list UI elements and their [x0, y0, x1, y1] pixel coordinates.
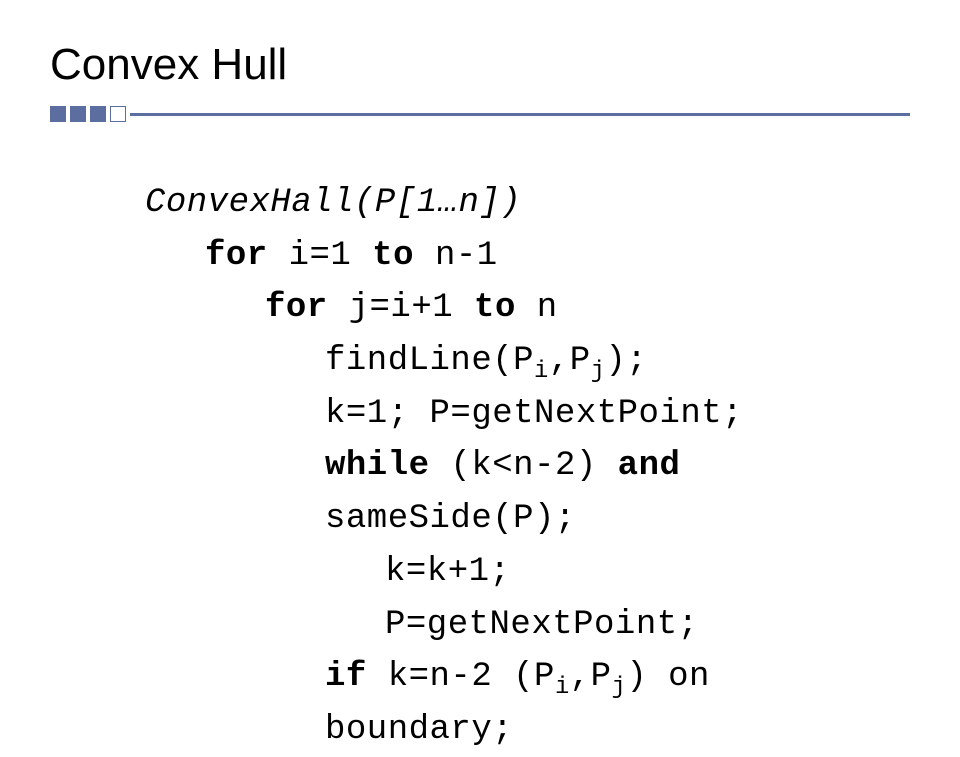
code-text: k=k+1;: [385, 553, 510, 591]
slide-header: Convex Hull: [50, 40, 910, 122]
subscript: j: [591, 358, 606, 385]
subscript: i: [534, 358, 549, 385]
code-text: findLine(P: [325, 342, 534, 380]
code-line: if k=n-2 (Pi,Pj) on boundary;: [145, 651, 910, 756]
code-text: ,P: [570, 658, 612, 696]
code-text: n-1: [414, 237, 498, 275]
code-line: k=1; P=getNextPoint;: [145, 388, 910, 441]
slide: Convex Hull ConvexHall(P[1…n]) for i=1 t…: [0, 0, 960, 719]
keyword-for: for: [265, 289, 328, 327]
keyword-to: to: [474, 289, 516, 327]
code-line: ConvexHall(P[1…n]): [145, 177, 910, 230]
fn-name: ConvexHall(P[1…n]): [145, 184, 521, 222]
subscript: j: [612, 674, 627, 701]
code-text: ,P: [549, 342, 591, 380]
keyword-if: if: [325, 658, 367, 696]
square-filled-icon: [50, 106, 66, 122]
code-text: j=i+1: [328, 289, 474, 327]
code-text: sameSide(P);: [325, 500, 576, 538]
square-filled-icon: [70, 106, 86, 122]
slide-title: Convex Hull: [50, 40, 910, 100]
code-line: for j=i+1 to n: [145, 282, 910, 335]
code-line: for i=1 to n-1: [145, 230, 910, 283]
square-filled-icon: [90, 106, 106, 122]
code-line: while (k<n-2) and sameSide(P);: [145, 440, 910, 545]
code-line: findLine(Pi,Pj);: [145, 335, 910, 388]
code-text: );: [605, 342, 647, 380]
keyword-for: for: [205, 237, 268, 275]
title-underline: [50, 106, 910, 122]
keyword-to: to: [372, 237, 414, 275]
subscript: i: [555, 674, 570, 701]
keyword-while: while: [325, 447, 430, 485]
horizontal-rule: [130, 113, 910, 116]
code-text: i=1: [268, 237, 373, 275]
code-text: P=getNextPoint;: [385, 606, 699, 644]
square-outline-icon: [110, 106, 126, 122]
keyword-and: and: [618, 447, 681, 485]
code-line: k=k+1;: [145, 546, 910, 599]
code-text: (k<n-2): [430, 447, 618, 485]
pseudocode-block: ConvexHall(P[1…n]) for i=1 to n-1 for j=…: [50, 122, 910, 757]
code-line: P=getNextPoint;: [145, 599, 910, 652]
code-text: n: [516, 289, 558, 327]
square-bullets: [50, 106, 126, 122]
code-text: k=1; P=getNextPoint;: [325, 395, 743, 433]
code-text: k=n-2 (P: [367, 658, 555, 696]
